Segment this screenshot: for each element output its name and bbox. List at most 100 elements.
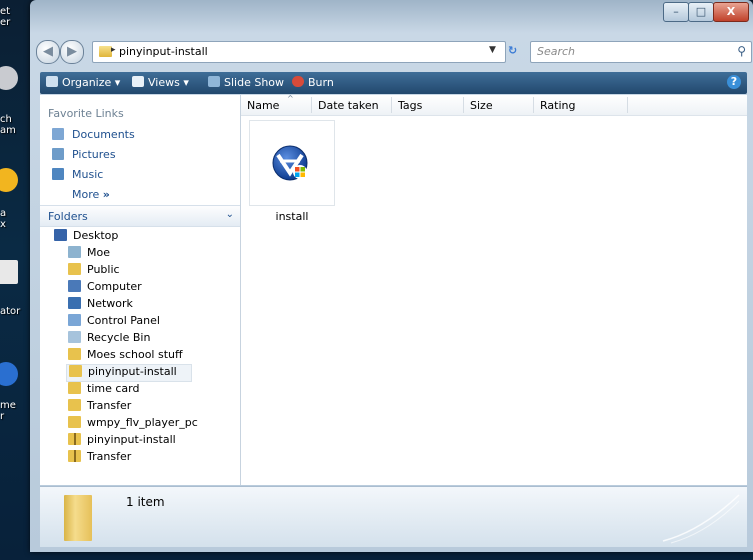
- tree-item-time-card[interactable]: time card: [68, 382, 139, 398]
- folder-icon: [69, 365, 82, 377]
- zip-folder-icon: [68, 450, 81, 462]
- column-separator[interactable]: [463, 97, 464, 113]
- search-input[interactable]: Search ⚲: [530, 41, 752, 63]
- forward-arrow-icon: ▶: [67, 44, 77, 59]
- control-panel-icon: [68, 314, 81, 326]
- burn-icon: [292, 76, 304, 87]
- music-icon: [52, 168, 64, 180]
- tree-item-moes-school-stuff[interactable]: Moes school stuff: [68, 348, 183, 364]
- forward-button[interactable]: ▶: [60, 40, 84, 64]
- column-name[interactable]: Name: [247, 99, 279, 112]
- burn-label: Burn: [308, 76, 334, 89]
- folder-icon: [68, 348, 81, 360]
- views-label: Views: [148, 76, 180, 89]
- favorite-link-pictures[interactable]: Pictures: [52, 148, 116, 161]
- help-icon[interactable]: ?: [727, 75, 741, 89]
- tree-item-moe[interactable]: Moe: [68, 246, 110, 262]
- tree-item-desktop[interactable]: Desktop: [54, 229, 118, 245]
- favorite-link-music[interactable]: Music: [52, 168, 103, 181]
- tree-item-pinyinput-install-zip[interactable]: pinyinput-install: [68, 433, 176, 449]
- more-link[interactable]: More »: [72, 188, 110, 201]
- folder-icon: [68, 382, 81, 394]
- folders-header[interactable]: Folders ⌄: [40, 205, 240, 227]
- minimize-button[interactable]: –: [663, 2, 689, 22]
- folder-icon: [68, 263, 81, 275]
- folder-icon: [68, 399, 81, 411]
- favorite-link-documents[interactable]: Documents: [52, 128, 135, 141]
- tree-item-control-panel[interactable]: Control Panel: [68, 314, 160, 330]
- file-item-label: install: [275, 210, 309, 223]
- tree-item-transfer[interactable]: Transfer: [68, 399, 131, 415]
- file-list-pane: Name ^ Date taken Tags Size Rating insta…: [241, 94, 747, 485]
- desktop-icon: [54, 229, 67, 241]
- search-placeholder: Search: [537, 45, 576, 58]
- breadcrumb-current[interactable]: pinyinput-install: [119, 45, 208, 58]
- title-bar[interactable]: – □ X: [30, 0, 753, 34]
- desktop-icon-1[interactable]: [0, 66, 18, 90]
- desktop-icon-3[interactable]: [0, 260, 18, 284]
- desktop-label-4: ator: [0, 306, 21, 317]
- tree-item-transfer-zip[interactable]: Transfer: [68, 450, 131, 466]
- collapse-chevron-icon[interactable]: ⌄: [226, 209, 234, 220]
- installer-icon: [272, 145, 308, 181]
- column-rating[interactable]: Rating: [540, 99, 575, 112]
- desktop-icon-4[interactable]: [0, 362, 18, 386]
- views-icon: [132, 76, 144, 87]
- dropdown-arrow-icon[interactable]: ▼: [489, 45, 496, 55]
- documents-icon: [52, 128, 64, 140]
- back-button[interactable]: ◀: [36, 40, 60, 64]
- decorative-swoosh-icon: [662, 494, 740, 544]
- tree-item-computer[interactable]: Computer: [68, 280, 142, 296]
- column-separator[interactable]: [311, 97, 312, 113]
- file-item-install[interactable]: install: [249, 120, 335, 224]
- tree-item-public[interactable]: Public: [68, 263, 120, 279]
- recycle-bin-icon: [68, 331, 81, 343]
- desktop-label-3: a x: [0, 208, 7, 230]
- desktop-label-1: et er: [0, 6, 11, 28]
- details-pane: 1 item: [40, 486, 747, 547]
- desktop-label-2: ch am: [0, 114, 16, 136]
- column-date-taken[interactable]: Date taken: [318, 99, 379, 112]
- desktop-icon-2[interactable]: [0, 168, 18, 192]
- tree-item-recycle-bin[interactable]: Recycle Bin: [68, 331, 150, 347]
- item-count: 1 item: [126, 495, 165, 509]
- folder-icon: [64, 495, 92, 541]
- zip-folder-icon: [68, 433, 81, 445]
- tree-item-pinyinput-install[interactable]: pinyinput-install: [66, 364, 192, 382]
- organize-label: Organize: [62, 76, 112, 89]
- column-size[interactable]: Size: [470, 99, 493, 112]
- column-separator[interactable]: [533, 97, 534, 113]
- breadcrumb-chevron-icon[interactable]: ▸: [111, 45, 116, 55]
- address-bar[interactable]: ▸ pinyinput-install ▼: [92, 41, 506, 63]
- slideshow-label: Slide Show: [224, 76, 285, 89]
- refresh-icon[interactable]: ↻: [508, 44, 517, 57]
- explorer-window: – □ X ◀ ▶ ▸ pinyinput-install ▼ ↻ Search…: [30, 0, 753, 552]
- column-header-row: Name ^ Date taken Tags Size Rating: [241, 94, 747, 116]
- command-bar: Organize ▾ Views ▾ Slide Show Burn ?: [40, 72, 747, 94]
- column-tags[interactable]: Tags: [398, 99, 422, 112]
- maximize-button[interactable]: □: [688, 2, 714, 22]
- pictures-icon: [52, 148, 64, 160]
- desktop-label-5: me r: [0, 400, 16, 422]
- user-folder-icon: [68, 246, 81, 258]
- search-icon[interactable]: ⚲: [737, 44, 746, 58]
- computer-icon: [68, 280, 81, 292]
- slideshow-button[interactable]: Slide Show: [208, 76, 284, 89]
- folders-header-label: Folders: [48, 210, 88, 223]
- navigation-pane: Favorite Links Documents Pictures Music …: [40, 95, 241, 485]
- favorite-links-header: Favorite Links: [48, 107, 124, 120]
- address-bar-area: ◀ ▶ ▸ pinyinput-install ▼ ↻ Search ⚲: [30, 34, 753, 66]
- column-separator[interactable]: [627, 97, 628, 113]
- organize-icon: [46, 76, 58, 87]
- organize-button[interactable]: Organize ▾: [46, 76, 120, 89]
- burn-button[interactable]: Burn: [292, 76, 334, 89]
- tree-item-network[interactable]: Network: [68, 297, 133, 313]
- tree-item-wmpy-flv-player-pc[interactable]: wmpy_flv_player_pc: [68, 416, 198, 432]
- folder-icon: [68, 416, 81, 428]
- close-button[interactable]: X: [713, 2, 749, 22]
- views-button[interactable]: Views ▾: [132, 76, 189, 89]
- network-icon: [68, 297, 81, 309]
- back-arrow-icon: ◀: [43, 44, 53, 59]
- column-separator[interactable]: [391, 97, 392, 113]
- sort-ascending-icon: ^: [287, 94, 294, 103]
